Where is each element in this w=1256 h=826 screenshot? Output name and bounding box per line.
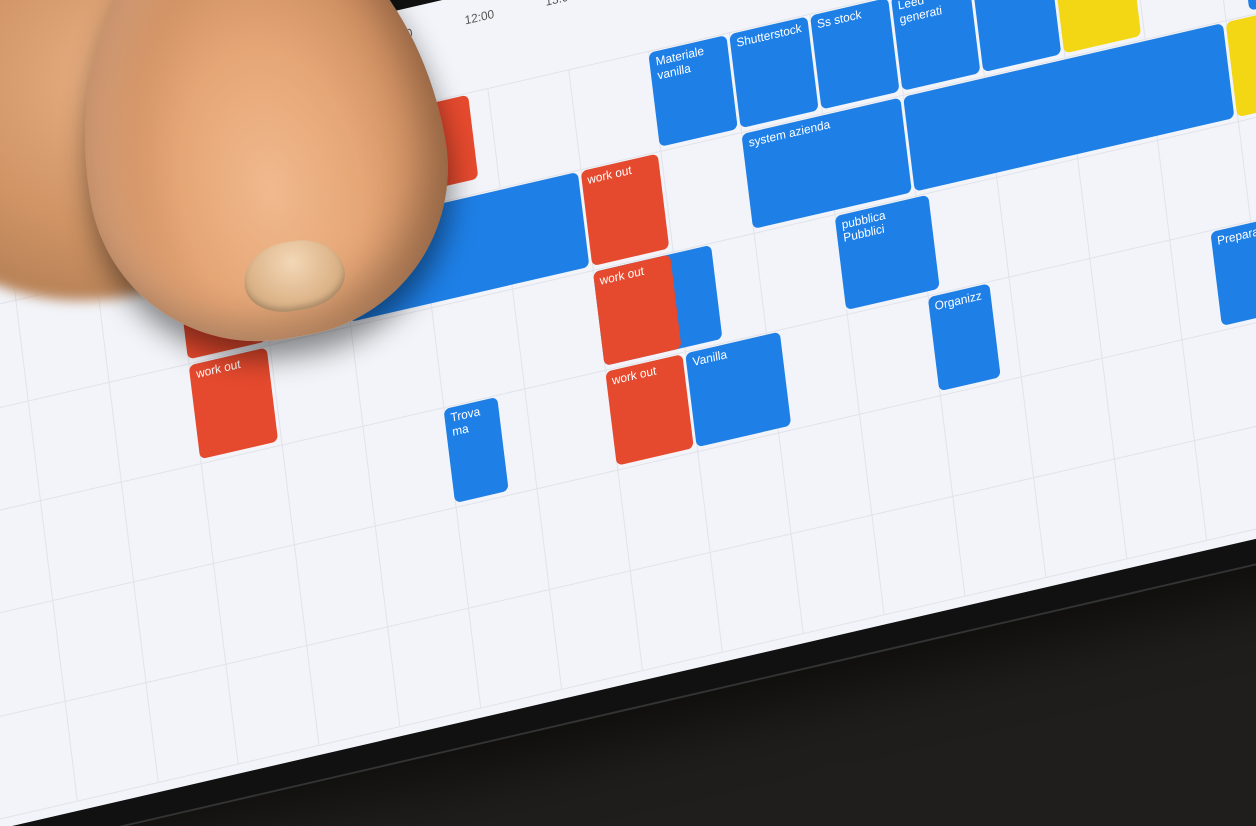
calendar-event[interactable]: Video bbox=[1238, 0, 1256, 11]
calendar-event[interactable]: Organizz bbox=[928, 283, 1001, 391]
calendar-event[interactable]: work out bbox=[593, 254, 682, 366]
calendar-event[interactable]: Materiale vanilla bbox=[649, 35, 738, 147]
hour-label: 12:00 bbox=[464, 7, 495, 28]
calendar-event[interactable]: Ss stock bbox=[810, 0, 899, 110]
fingernail bbox=[238, 234, 349, 319]
day-gridline bbox=[0, 503, 1256, 821]
calendar-event[interactable]: work out bbox=[580, 154, 669, 266]
calendar-event[interactable]: Vanilla bbox=[686, 332, 791, 448]
photo-scene: Giugno L M 26 27 Rimand 👤 4 pr 05:0006:0… bbox=[0, 0, 1256, 826]
calendar-event[interactable]: Shutterstock bbox=[729, 16, 818, 128]
calendar-event[interactable]: pubblica Pubblici bbox=[835, 194, 940, 310]
calendar-event[interactable]: Trova ma bbox=[444, 397, 509, 504]
hour-label: 13:00 bbox=[545, 0, 576, 9]
calendar-event[interactable]: work out bbox=[189, 347, 278, 459]
calendar-event[interactable]: Leed generati bbox=[891, 0, 980, 91]
calendar-event[interactable]: work out bbox=[605, 354, 694, 466]
